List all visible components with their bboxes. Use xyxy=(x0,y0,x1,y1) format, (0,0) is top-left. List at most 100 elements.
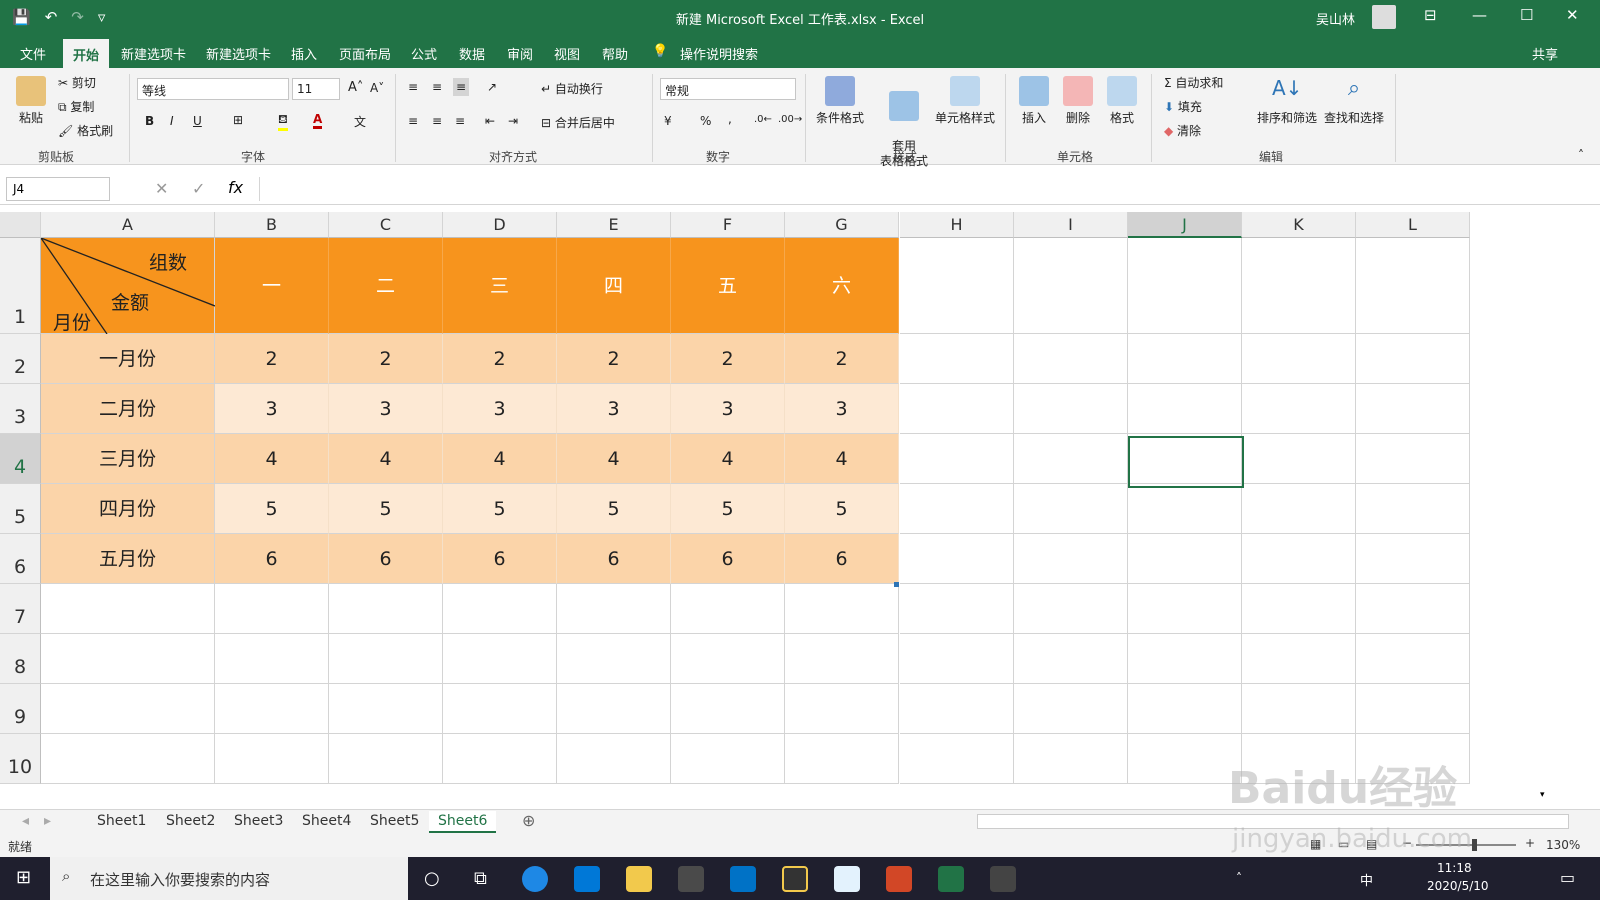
data-cell[interactable]: 4 xyxy=(443,434,557,484)
group-header-cell[interactable]: 四 xyxy=(557,238,671,334)
grid-cell[interactable] xyxy=(1014,684,1128,734)
diagonal-header-cell[interactable]: 组数 金额 月份 xyxy=(41,238,215,334)
data-cell[interactable]: 4 xyxy=(329,434,443,484)
data-cell[interactable]: 6 xyxy=(329,534,443,584)
grid-cell[interactable] xyxy=(443,684,557,734)
grid-cell[interactable] xyxy=(1356,434,1470,484)
grid-cell[interactable] xyxy=(41,684,215,734)
grid-cell[interactable] xyxy=(1014,334,1128,384)
wrap-text-button[interactable]: ↵ 自动换行 xyxy=(541,80,603,97)
photos-icon[interactable] xyxy=(990,866,1016,892)
name-box[interactable]: J4 xyxy=(6,177,110,201)
align-middle-icon[interactable]: ≡ xyxy=(432,80,442,94)
month-label-cell[interactable]: 四月份 xyxy=(41,484,215,534)
increase-decimal-icon[interactable]: .0← xyxy=(754,114,772,125)
sheet-tab-3[interactable]: Sheet3 xyxy=(225,811,292,833)
align-bottom-icon[interactable]: ≡ xyxy=(453,78,470,96)
grid-cell[interactable] xyxy=(1128,584,1242,634)
sheet-tab-2[interactable]: Sheet2 xyxy=(157,811,224,833)
grid-cell[interactable] xyxy=(1014,238,1128,334)
grid-cell[interactable] xyxy=(41,584,215,634)
notifications-icon[interactable]: ▭ xyxy=(1560,868,1575,887)
grid-cell[interactable] xyxy=(1242,384,1356,434)
row-header-9[interactable]: 9 xyxy=(0,684,41,734)
row-header-6[interactable]: 6 xyxy=(0,534,41,584)
conditional-format-button[interactable]: 条件格式 xyxy=(812,76,868,126)
delete-cells-button[interactable]: 删除 xyxy=(1060,76,1096,126)
grid-cell[interactable] xyxy=(1356,484,1470,534)
data-cell[interactable]: 5 xyxy=(215,484,329,534)
avatar[interactable] xyxy=(1372,5,1396,29)
grid-cell[interactable] xyxy=(785,584,899,634)
comma-button[interactable]: , xyxy=(728,112,732,126)
cut-button[interactable]: ✂ 剪切 xyxy=(58,74,96,91)
tab-custom-1[interactable]: 新建选项卡 xyxy=(121,44,186,63)
data-cell[interactable]: 4 xyxy=(557,434,671,484)
tab-insert[interactable]: 插入 xyxy=(291,44,317,63)
percent-button[interactable]: % xyxy=(700,114,711,128)
row-header-2[interactable]: 2 xyxy=(0,334,41,384)
grid-cell[interactable] xyxy=(1128,238,1242,334)
zoom-in-icon[interactable]: + xyxy=(1525,836,1535,850)
grid-cell[interactable] xyxy=(1128,634,1242,684)
data-cell[interactable]: 5 xyxy=(329,484,443,534)
grid-cell[interactable] xyxy=(1014,434,1128,484)
enter-icon[interactable]: ✓ xyxy=(192,179,205,198)
insert-cells-button[interactable]: 插入 xyxy=(1016,76,1052,126)
grid-cell[interactable] xyxy=(1242,434,1356,484)
tab-review[interactable]: 审阅 xyxy=(507,44,533,63)
column-header-k[interactable]: K xyxy=(1242,212,1356,238)
tell-me-search[interactable]: 操作说明搜索 xyxy=(680,44,758,63)
row-header-10[interactable]: 10 xyxy=(0,734,41,784)
tab-help[interactable]: 帮助 xyxy=(602,44,628,63)
paste-button[interactable]: 粘贴 xyxy=(14,76,48,126)
grid-cell[interactable] xyxy=(1242,238,1356,334)
grid-cell[interactable] xyxy=(557,734,671,784)
row-header-4[interactable]: 4 xyxy=(0,434,41,484)
data-cell[interactable]: 3 xyxy=(443,384,557,434)
data-cell[interactable]: 3 xyxy=(557,384,671,434)
ime-indicator[interactable]: 中 xyxy=(1360,870,1373,889)
group-header-cell[interactable]: 二 xyxy=(329,238,443,334)
cancel-icon[interactable]: ✕ xyxy=(155,179,168,198)
grid-cell[interactable] xyxy=(215,684,329,734)
grid-cell[interactable] xyxy=(1128,534,1242,584)
number-format-select[interactable]: 常规 xyxy=(660,78,796,100)
clock-date[interactable]: 2020/5/10 xyxy=(1427,879,1489,893)
column-header-e[interactable]: E xyxy=(557,212,671,238)
data-cell[interactable]: 6 xyxy=(557,534,671,584)
taskbar-search[interactable]: ⌕ 在这里输入你要搜索的内容 xyxy=(50,857,408,900)
data-cell[interactable]: 3 xyxy=(671,384,785,434)
format-painter-button[interactable]: 🖌 格式刷 xyxy=(58,122,113,139)
grid-cell[interactable] xyxy=(671,684,785,734)
group-header-cell[interactable]: 五 xyxy=(671,238,785,334)
borders-icon[interactable]: ⊞ xyxy=(233,113,243,127)
zoom-slider-thumb[interactable] xyxy=(1472,839,1477,851)
row-header-8[interactable]: 8 xyxy=(0,634,41,684)
grid-cell[interactable] xyxy=(900,238,1014,334)
zoom-level[interactable]: 130% xyxy=(1546,838,1580,852)
data-cell[interactable]: 2 xyxy=(329,334,443,384)
file-explorer-icon[interactable] xyxy=(626,866,652,892)
tray-chevron-icon[interactable]: ˄ xyxy=(1236,871,1242,885)
data-cell[interactable]: 5 xyxy=(785,484,899,534)
grid-cell[interactable] xyxy=(329,634,443,684)
grid-cell[interactable] xyxy=(1356,684,1470,734)
data-cell[interactable]: 6 xyxy=(443,534,557,584)
grid-cell[interactable] xyxy=(900,734,1014,784)
grid-cell[interactable] xyxy=(1242,334,1356,384)
tab-custom-2[interactable]: 新建选项卡 xyxy=(206,44,271,63)
grid-cell[interactable] xyxy=(785,684,899,734)
month-label-cell[interactable]: 二月份 xyxy=(41,384,215,434)
data-cell[interactable]: 2 xyxy=(443,334,557,384)
column-header-l[interactable]: L xyxy=(1356,212,1470,238)
grid-cell[interactable] xyxy=(1242,534,1356,584)
tab-home[interactable]: 开始 xyxy=(63,39,110,68)
row-header-5[interactable]: 5 xyxy=(0,484,41,534)
grid-cell[interactable] xyxy=(1356,634,1470,684)
align-left-icon[interactable]: ≡ xyxy=(408,114,418,128)
grid-cell[interactable] xyxy=(1242,584,1356,634)
column-header-j[interactable]: J xyxy=(1128,212,1242,238)
grid-cell[interactable] xyxy=(1242,484,1356,534)
group-header-cell[interactable]: 三 xyxy=(443,238,557,334)
